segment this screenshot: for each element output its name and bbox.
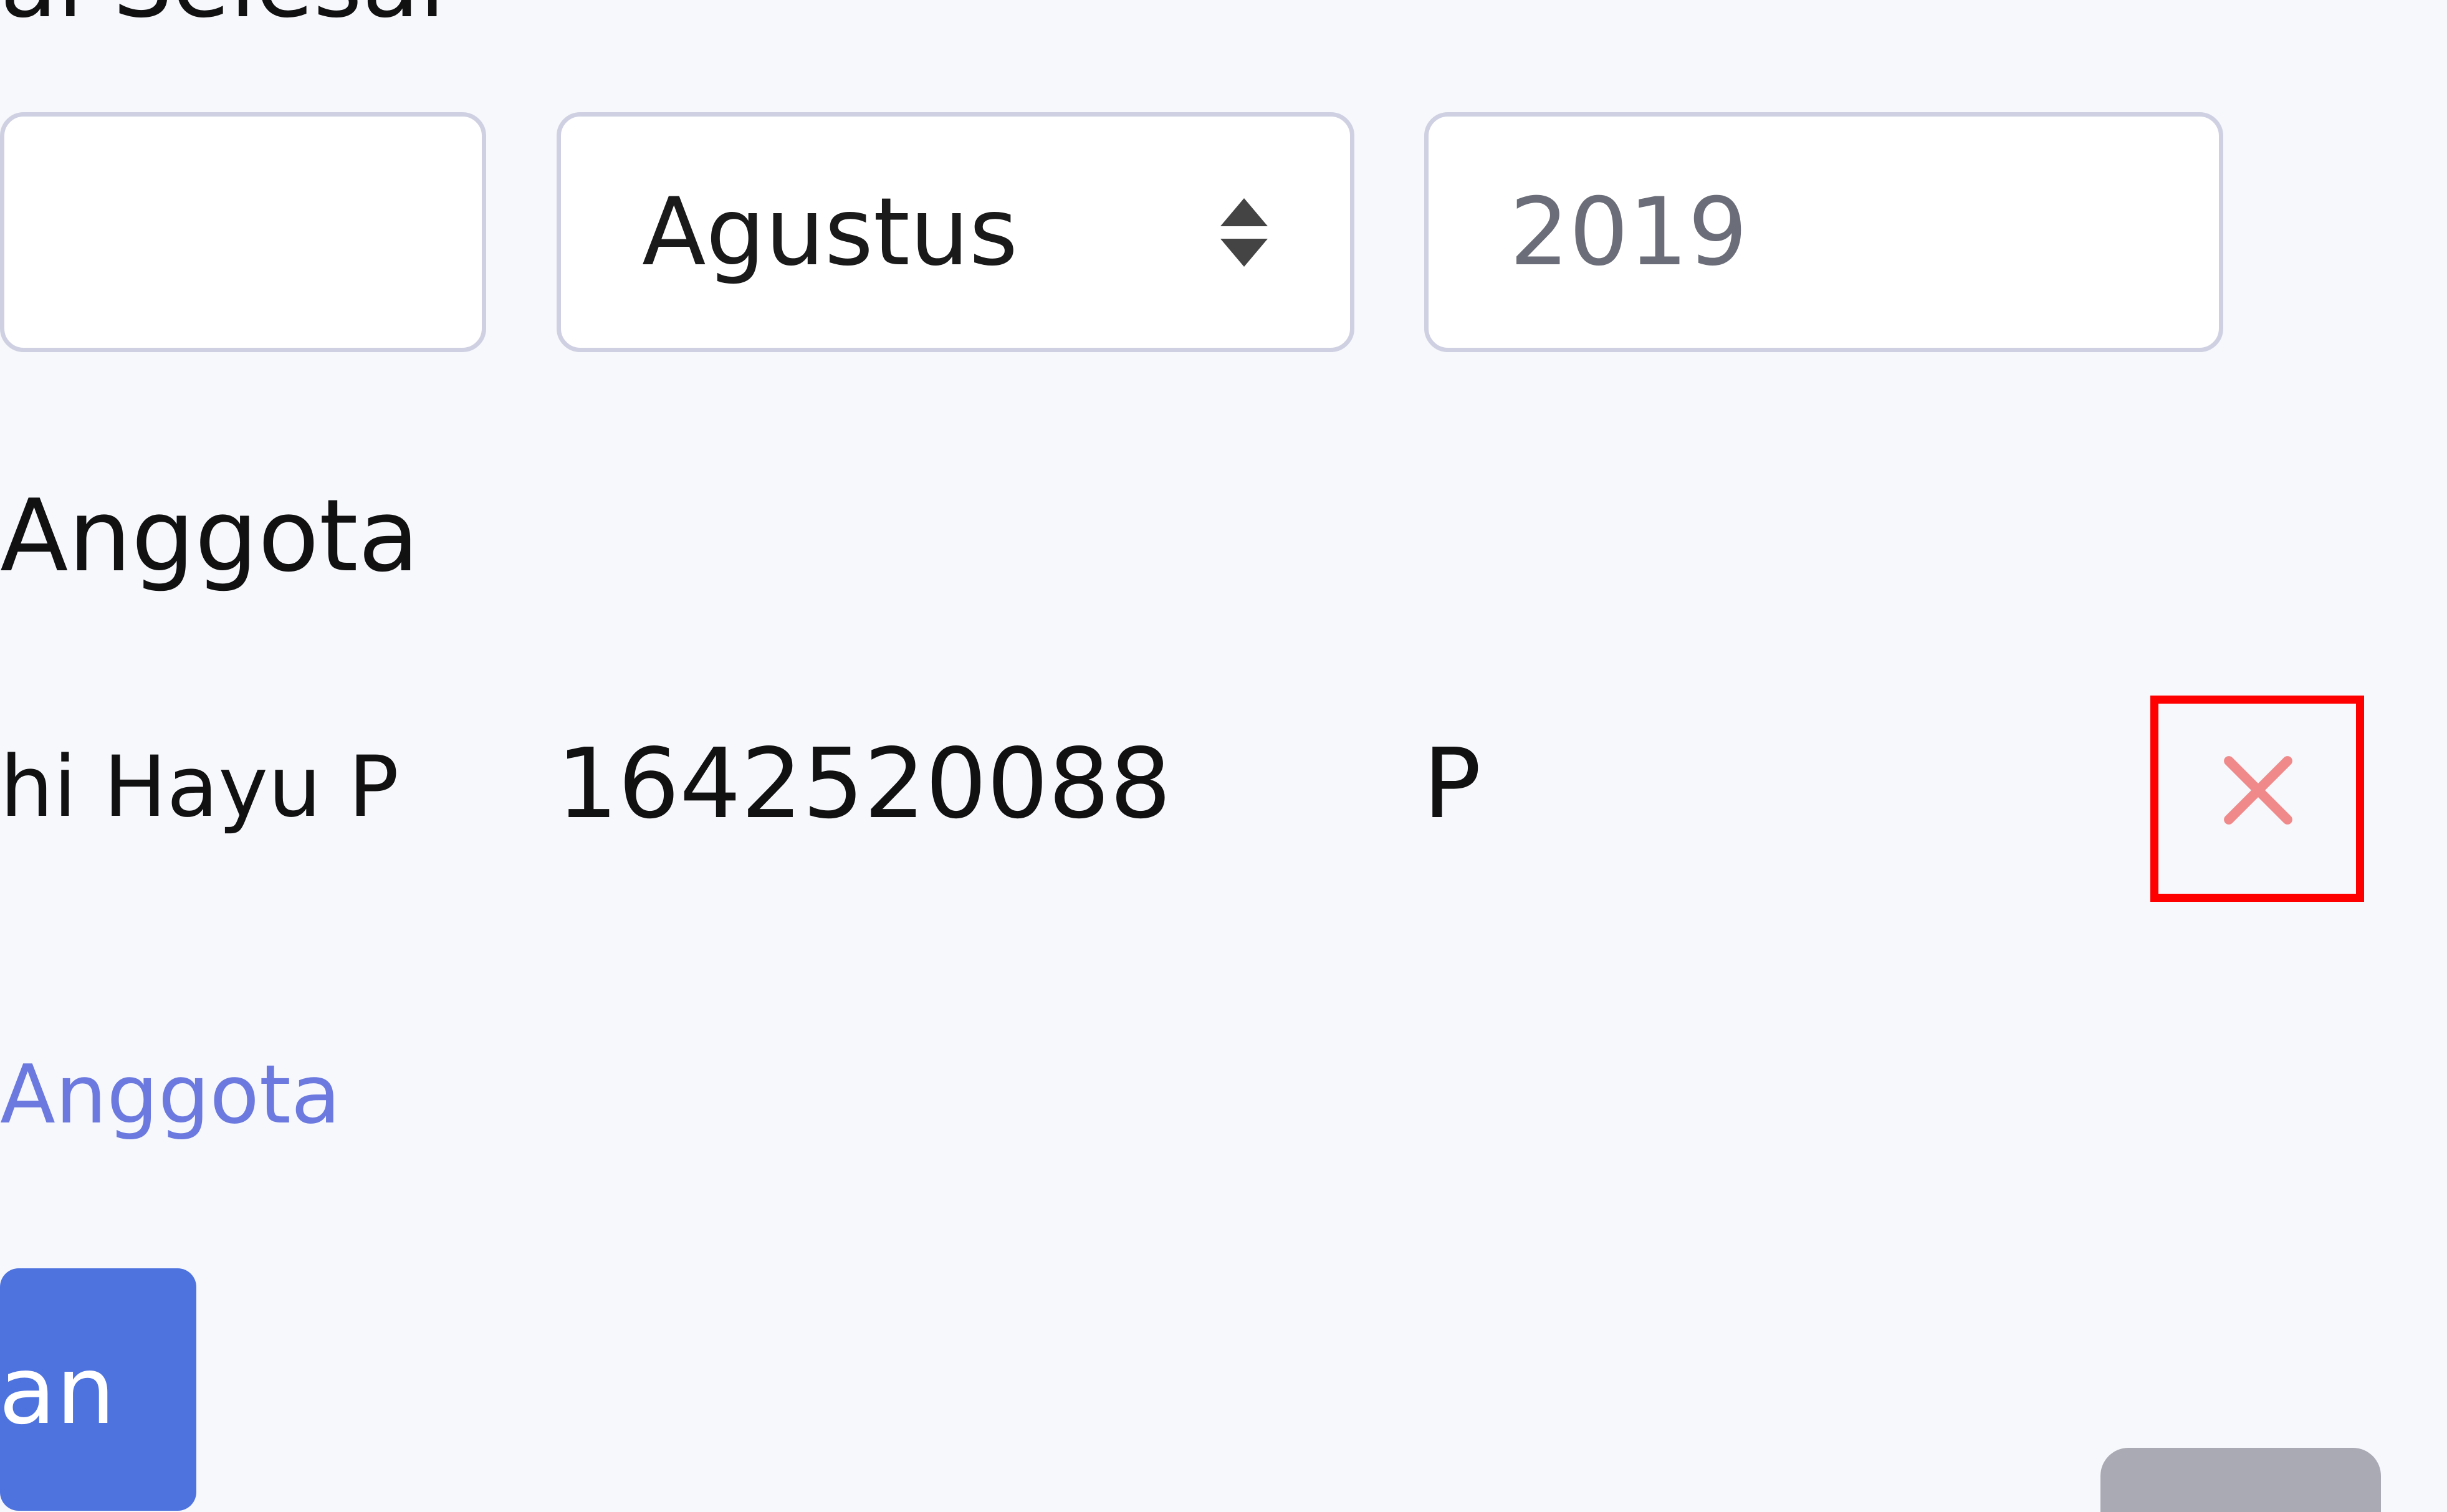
day-input[interactable] xyxy=(0,112,486,352)
end-date-label: ai Selesai xyxy=(0,0,445,31)
month-select[interactable]: Agustus xyxy=(557,112,1354,352)
add-member-link[interactable]: Anggota xyxy=(0,1047,341,1142)
member-gender: P xyxy=(1423,727,1482,840)
sort-arrows-icon xyxy=(1220,198,1268,267)
member-name: hi Hayu P xyxy=(0,738,399,836)
members-heading: Anggota xyxy=(0,477,419,594)
secondary-button[interactable] xyxy=(2100,1448,2381,1512)
member-nim: 1642520088 xyxy=(557,727,1172,840)
submit-button[interactable]: an xyxy=(0,1268,196,1511)
year-input[interactable]: 2019 xyxy=(1424,112,2223,352)
month-value: Agustus xyxy=(642,178,1018,287)
submit-label: an xyxy=(0,1337,115,1445)
times-icon[interactable] xyxy=(2223,755,2293,825)
year-placeholder: 2019 xyxy=(1510,178,1748,287)
